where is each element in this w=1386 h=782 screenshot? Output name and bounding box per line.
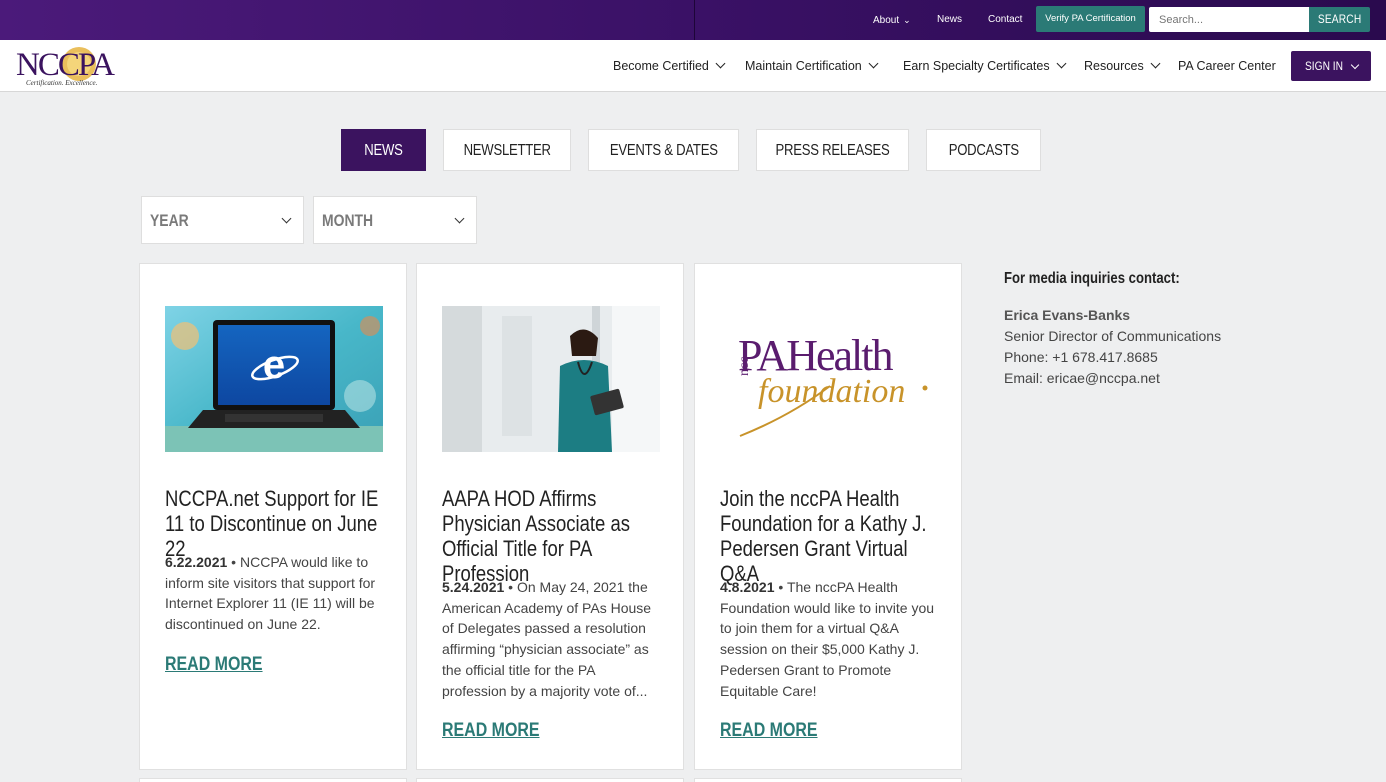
svg-text:e: e: [263, 343, 285, 387]
card-title[interactable]: Join the nccPA Health Foundation for a K…: [720, 486, 950, 586]
card-title-text: Join the nccPA Health Foundation for a K…: [720, 486, 927, 586]
logo-tagline: Certification. Excellence.: [26, 79, 98, 87]
tab-news[interactable]: NEWS: [341, 129, 426, 171]
news-card: AAPA HOD Affirms Physician Associate as …: [416, 263, 684, 770]
card-text: On May 24, 2021 the American Academy of …: [442, 579, 652, 699]
read-more-link[interactable]: READ MORE: [165, 654, 263, 676]
about-label: About: [873, 15, 900, 26]
news-card: e NCCPA.net Support for IE 11 to Discont…: [139, 263, 407, 770]
nccpa-logo[interactable]: NCCPA Certification. Excellence.: [16, 45, 146, 87]
nav-label: Maintain Certification: [745, 59, 862, 73]
month-select[interactable]: MONTH: [313, 196, 477, 244]
utility-bar: About ⌄ News Contact Verify PA Certificat…: [0, 0, 1386, 40]
pa-with-tablet-image: [442, 306, 660, 452]
search-button[interactable]: SEARCH: [1309, 7, 1370, 32]
chevron-down-icon: [454, 213, 465, 224]
nav-label: Earn Specialty Certificates: [903, 59, 1050, 73]
pa-health-foundation-logo: ncc PAHealth foundation: [720, 306, 938, 452]
laptop-ie-image: e: [165, 306, 383, 452]
card-title[interactable]: AAPA HOD Affirms Physician Associate as …: [442, 486, 672, 586]
media-contact-phone[interactable]: Phone: +1 678.417.8685: [1004, 349, 1158, 365]
search-button-label: SEARCH: [1317, 12, 1362, 26]
contact-link[interactable]: Contact: [988, 0, 1022, 40]
search-input[interactable]: [1149, 7, 1309, 32]
chevron-down-icon: [281, 213, 292, 224]
tab-press-releases[interactable]: PRESS RELEASES: [756, 129, 909, 171]
tab-label: NEWSLETTER: [463, 142, 551, 159]
tab-events-dates[interactable]: EVENTS & DATES: [588, 129, 739, 171]
nav-resources[interactable]: Resources: [1084, 40, 1161, 92]
card-title[interactable]: NCCPA.net Support for IE 11 to Discontin…: [165, 486, 395, 561]
month-select-label: MONTH: [322, 211, 374, 230]
logo-wordmark: NCCPA: [16, 47, 115, 83]
card-date: 5.24.2021: [442, 579, 505, 595]
chevron-down-icon: [1350, 60, 1360, 70]
news-card: ncc PAHealth foundation Join the nccPA H…: [694, 263, 962, 770]
chevron-down-icon: [1150, 58, 1161, 69]
nav-label: Become Certified: [613, 59, 709, 73]
nav-maintain-certification[interactable]: Maintain Certification: [745, 40, 879, 92]
tab-label: PRESS RELEASES: [775, 142, 890, 159]
about-link[interactable]: About ⌄: [873, 0, 911, 40]
logo-sub: foundation: [758, 373, 905, 410]
verify-pa-certification-button[interactable]: Verify PA Certification: [1036, 6, 1145, 32]
sign-in-label: SIGN IN: [1305, 59, 1343, 73]
year-select[interactable]: YEAR: [141, 196, 304, 244]
read-more-link[interactable]: READ MORE: [720, 720, 818, 742]
read-more-link[interactable]: READ MORE: [442, 720, 540, 742]
card-image-pa[interactable]: [442, 306, 660, 452]
nav-become-certified[interactable]: Become Certified: [613, 40, 726, 92]
news-card-partial: [416, 778, 684, 782]
card-text: The nccPA Health Foundation would like t…: [720, 579, 935, 699]
nav-pa-career-center[interactable]: PA Career Center: [1178, 40, 1276, 92]
sign-in-button[interactable]: SIGN IN: [1291, 51, 1371, 81]
tab-label: NEWS: [364, 142, 403, 159]
tab-newsletter[interactable]: NEWSLETTER: [443, 129, 571, 171]
card-excerpt: 5.24.2021 • On May 24, 2021 the American…: [442, 579, 652, 699]
chevron-down-icon: [868, 58, 879, 69]
chevron-down-icon: [1056, 58, 1067, 69]
card-title-text: NCCPA.net Support for IE 11 to Discontin…: [165, 486, 379, 561]
tab-label: PODCASTS: [948, 142, 1019, 159]
card-excerpt: 4.8.2021 • The nccPA Health Foundation w…: [720, 579, 935, 699]
card-date: 4.8.2021: [720, 579, 775, 595]
card-image-laptop[interactable]: e: [165, 306, 383, 452]
card-excerpt: 6.22.2021 • NCCPA would like to inform s…: [165, 554, 376, 633]
chevron-down-icon: ⌄: [903, 15, 911, 25]
main-nav: NCCPA Certification. Excellence. Become …: [0, 40, 1386, 92]
tab-podcasts[interactable]: PODCASTS: [926, 129, 1041, 171]
media-contact-name: Erica Evans-Banks: [1004, 307, 1131, 323]
news-card-partial: [694, 778, 962, 782]
chevron-down-icon: [715, 58, 726, 69]
media-inquiries-heading: For media inquiries contact:: [1004, 270, 1180, 287]
news-card-partial: [139, 778, 407, 782]
media-contact-role: Senior Director of Communications: [1004, 328, 1222, 344]
nccpa-logo-graphic: NCCPA Certification. Excellence.: [16, 47, 117, 87]
year-select-label: YEAR: [150, 211, 189, 230]
nav-label: Resources: [1084, 59, 1144, 73]
utility-divider: [694, 0, 695, 40]
nav-earn-specialty-certificates[interactable]: Earn Specialty Certificates: [903, 40, 1067, 92]
tab-label: EVENTS & DATES: [609, 142, 718, 159]
card-title-text: AAPA HOD Affirms Physician Associate as …: [442, 486, 630, 586]
media-contact-email[interactable]: Email: ericae@nccpa.net: [1004, 370, 1160, 386]
card-image-foundation-logo[interactable]: ncc PAHealth foundation: [720, 306, 938, 452]
card-date: 6.22.2021: [165, 554, 228, 570]
news-link[interactable]: News: [937, 0, 962, 40]
